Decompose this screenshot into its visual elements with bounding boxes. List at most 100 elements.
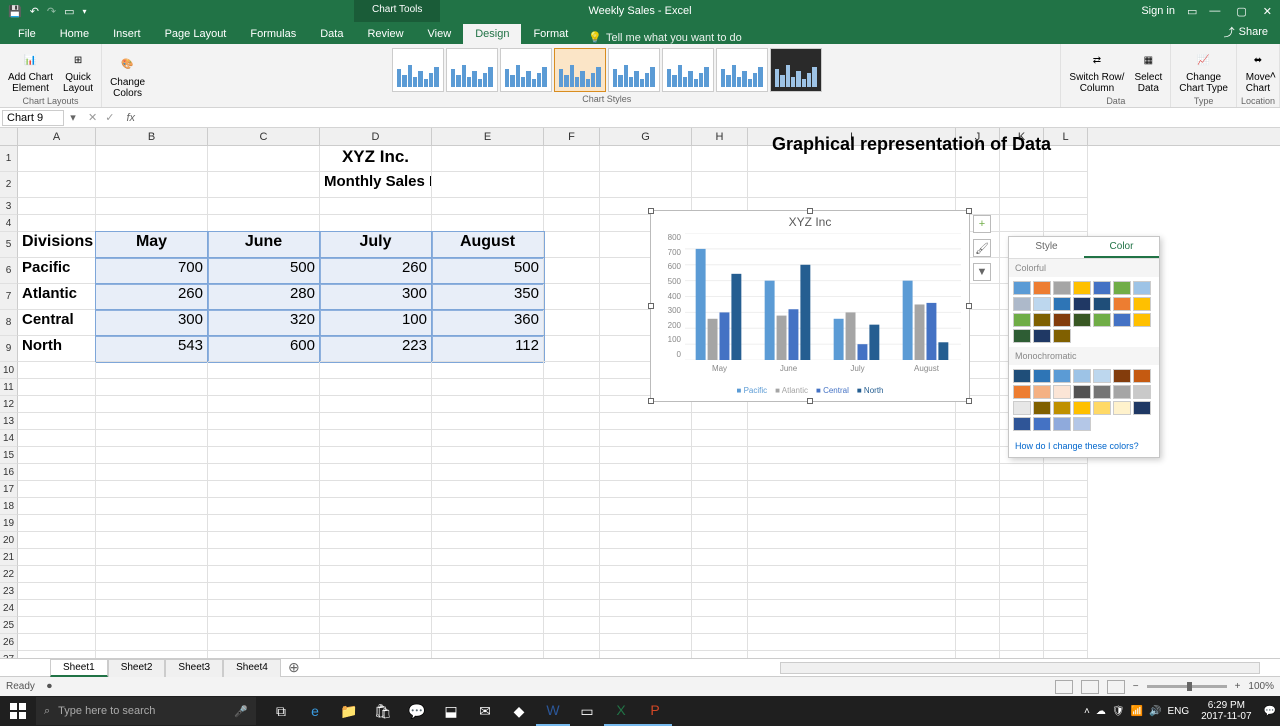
file-explorer-icon[interactable]: 📁	[332, 696, 366, 726]
cell[interactable]	[600, 566, 692, 583]
cell[interactable]	[600, 146, 692, 172]
cell[interactable]: 300	[320, 284, 432, 310]
row-header[interactable]: 10	[0, 362, 18, 379]
row-header[interactable]: 6	[0, 258, 18, 284]
chart-plot-area[interactable]	[685, 233, 961, 360]
color-swatch[interactable]	[1093, 385, 1111, 399]
mic-icon[interactable]: 🎤	[234, 705, 248, 718]
cell[interactable]	[1000, 651, 1044, 658]
cell[interactable]	[18, 549, 96, 566]
cell[interactable]	[208, 430, 320, 447]
sheet-tab[interactable]: Sheet4	[223, 659, 281, 677]
excel-icon[interactable]: X	[604, 696, 638, 726]
cell[interactable]	[432, 549, 544, 566]
cell[interactable]	[208, 481, 320, 498]
cell[interactable]	[748, 617, 956, 634]
color-swatch[interactable]	[1033, 385, 1051, 399]
cell[interactable]	[208, 651, 320, 658]
cell[interactable]	[18, 396, 96, 413]
color-swatch[interactable]	[1093, 369, 1111, 383]
cell[interactable]	[320, 566, 432, 583]
cell[interactable]	[320, 464, 432, 481]
cell[interactable]	[18, 617, 96, 634]
store-icon[interactable]: 🛍	[366, 696, 400, 726]
cell[interactable]: North	[18, 336, 96, 362]
cell[interactable]	[432, 396, 544, 413]
cell[interactable]	[748, 172, 956, 198]
change-colors-button[interactable]: 🎨 Change Colors	[106, 51, 149, 101]
cell[interactable]	[320, 583, 432, 600]
cell[interactable]	[544, 284, 600, 310]
cell[interactable]	[748, 634, 956, 651]
cell[interactable]	[432, 498, 544, 515]
row-header[interactable]: 16	[0, 464, 18, 481]
cell[interactable]	[600, 498, 692, 515]
color-swatch[interactable]	[1113, 313, 1131, 327]
cell[interactable]	[748, 583, 956, 600]
name-box-dropdown-icon[interactable]: ▾	[66, 111, 80, 124]
color-swatch[interactable]	[1133, 385, 1151, 399]
drive-icon[interactable]: ◆	[502, 696, 536, 726]
cell[interactable]	[432, 447, 544, 464]
cell[interactable]	[1000, 532, 1044, 549]
cell[interactable]: 100	[320, 310, 432, 336]
cell[interactable]	[544, 447, 600, 464]
cell[interactable]: 500	[432, 258, 544, 284]
macro-record-icon[interactable]: ⏺	[47, 681, 52, 692]
add-sheet-button[interactable]: ⊕	[285, 659, 303, 677]
cell[interactable]	[96, 634, 208, 651]
cell[interactable]	[1044, 464, 1088, 481]
tray-volume-icon[interactable]: 🔊	[1149, 706, 1161, 717]
cell[interactable]	[1000, 215, 1044, 232]
edge-icon[interactable]: e	[298, 696, 332, 726]
cell[interactable]	[600, 413, 692, 430]
cell[interactable]	[18, 362, 96, 379]
row-header[interactable]: 3	[0, 198, 18, 215]
doc-icon[interactable]: ▭	[64, 5, 74, 18]
cell[interactable]	[544, 430, 600, 447]
cell[interactable]	[956, 172, 1000, 198]
row-header[interactable]: 5	[0, 232, 18, 258]
cell[interactable]	[956, 515, 1000, 532]
cell[interactable]	[956, 447, 1000, 464]
cell[interactable]	[18, 215, 96, 232]
cell[interactable]	[18, 481, 96, 498]
cell[interactable]	[208, 215, 320, 232]
row-header[interactable]: 22	[0, 566, 18, 583]
cell[interactable]	[96, 215, 208, 232]
cell[interactable]	[956, 651, 1000, 658]
page-break-view-button[interactable]	[1107, 680, 1125, 694]
app-icon[interactable]: ▭	[570, 696, 604, 726]
cell[interactable]: 280	[208, 284, 320, 310]
row-header[interactable]: 7	[0, 284, 18, 310]
color-swatch[interactable]	[1033, 401, 1051, 415]
cell[interactable]	[748, 464, 956, 481]
row-header[interactable]: 19	[0, 515, 18, 532]
cell[interactable]	[956, 464, 1000, 481]
cell[interactable]	[692, 172, 748, 198]
cell[interactable]	[692, 481, 748, 498]
cell[interactable]	[544, 379, 600, 396]
cell[interactable]	[18, 583, 96, 600]
cell[interactable]	[1044, 549, 1088, 566]
cell[interactable]	[96, 617, 208, 634]
chart-style-thumb[interactable]	[770, 48, 822, 92]
chart-title[interactable]: XYZ Inc	[651, 211, 969, 233]
horizontal-scrollbar[interactable]	[780, 662, 1260, 674]
tray-language[interactable]: ENG	[1167, 706, 1189, 717]
cell[interactable]	[692, 566, 748, 583]
cell[interactable]	[320, 498, 432, 515]
cell[interactable]	[956, 413, 1000, 430]
cell[interactable]	[600, 600, 692, 617]
cell[interactable]	[544, 549, 600, 566]
sign-in-link[interactable]: Sign in	[1141, 5, 1175, 17]
cell[interactable]	[1044, 600, 1088, 617]
cell[interactable]	[320, 447, 432, 464]
zoom-in-button[interactable]: +	[1235, 681, 1241, 692]
tab-page-layout[interactable]: Page Layout	[153, 24, 239, 44]
cell[interactable]	[432, 464, 544, 481]
cell[interactable]: 320	[208, 310, 320, 336]
color-swatch[interactable]	[1033, 297, 1051, 311]
sheet-tab[interactable]: Sheet3	[165, 659, 223, 677]
cell[interactable]	[692, 600, 748, 617]
